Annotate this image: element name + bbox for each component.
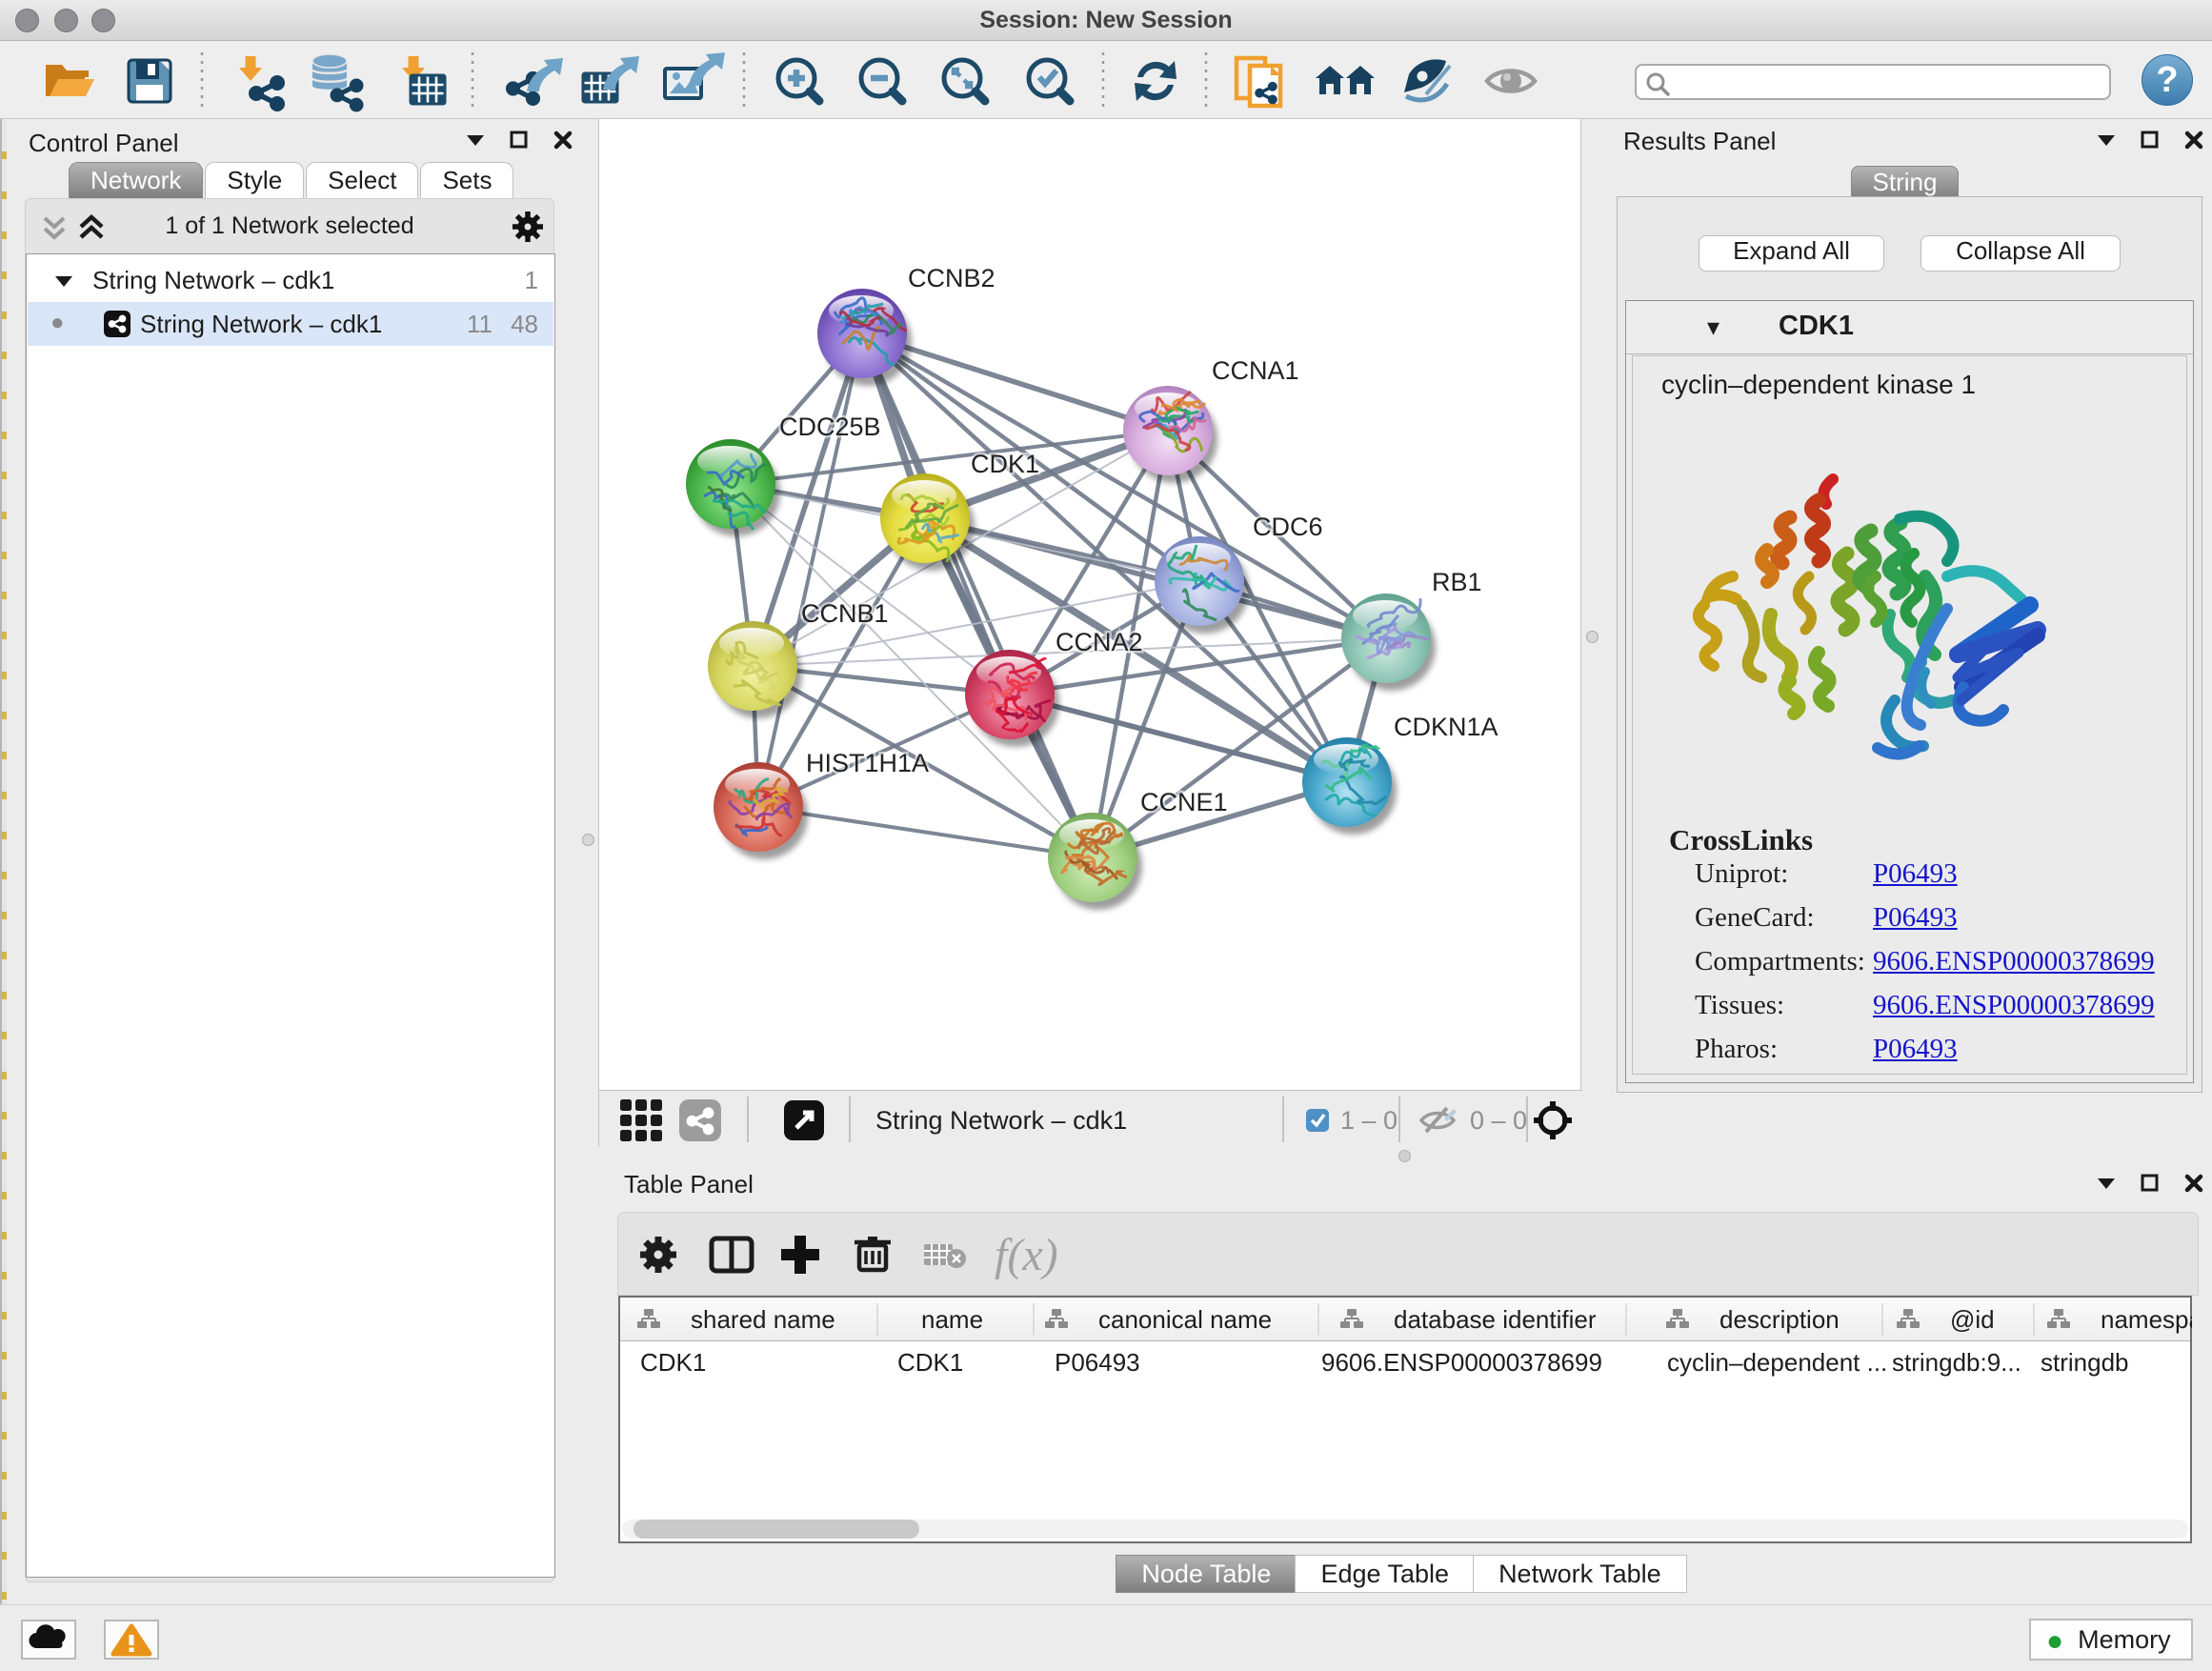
svg-text:CCNB1: CCNB1 xyxy=(801,599,889,628)
svg-text:CDK1: CDK1 xyxy=(971,450,1039,478)
svg-text:name: name xyxy=(921,1305,983,1334)
svg-text:CCNA2: CCNA2 xyxy=(1056,628,1143,656)
svg-text:@id: @id xyxy=(1950,1305,1995,1334)
svg-text:f(x): f(x) xyxy=(995,1230,1058,1280)
svg-text:description: description xyxy=(1719,1305,1840,1334)
svg-text:CDC6: CDC6 xyxy=(1253,513,1323,541)
svg-text:namespace: namespace xyxy=(2101,1305,2192,1334)
svg-text:CCNE1: CCNE1 xyxy=(1140,788,1228,816)
svg-text:CDC25B: CDC25B xyxy=(779,413,881,441)
svg-text:HIST1H1A: HIST1H1A xyxy=(806,749,929,777)
svg-text:CCNB2: CCNB2 xyxy=(908,264,995,292)
svg-text:database identifier: database identifier xyxy=(1394,1305,1597,1334)
svg-text:1 – 0: 1 – 0 xyxy=(1340,1106,1398,1135)
svg-text:String Network – cdk1: String Network – cdk1 xyxy=(875,1106,1127,1135)
svg-text:canonical name: canonical name xyxy=(1098,1305,1272,1334)
svg-text:CDKN1A: CDKN1A xyxy=(1394,713,1498,741)
svg-text:RB1: RB1 xyxy=(1432,568,1482,596)
svg-text:shared name: shared name xyxy=(691,1305,835,1334)
svg-text:0 – 0: 0 – 0 xyxy=(1470,1106,1527,1135)
svg-text:CCNA1: CCNA1 xyxy=(1212,356,1299,385)
